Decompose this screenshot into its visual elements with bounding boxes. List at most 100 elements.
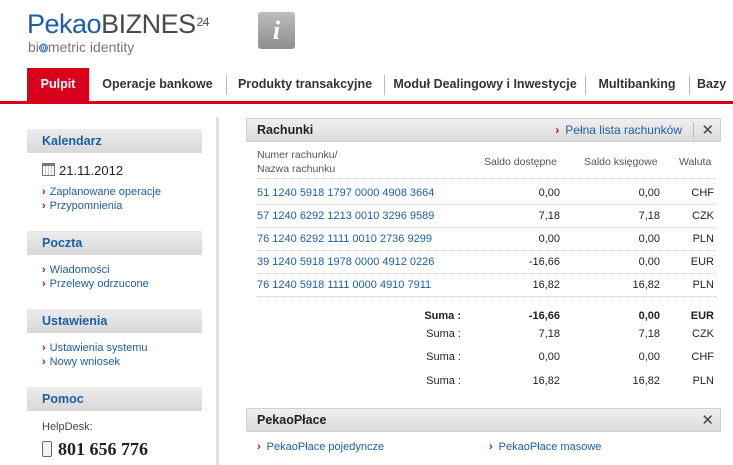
table-header-divider: [257, 178, 716, 179]
column-header-available[interactable]: Saldo dostępne: [484, 155, 557, 169]
accounts-panel-header: Rachunki › Pełna lista rachunków ✕: [246, 118, 721, 142]
sum-label: Suma :: [426, 351, 461, 363]
sum-row: Suma : 7,18 7,18 CZK: [257, 325, 716, 347]
sidebar-divider: [216, 117, 219, 465]
book-balance: 16,82: [632, 279, 660, 291]
currency: CHF: [691, 187, 714, 199]
phone-icon: [42, 441, 52, 457]
helpdesk-phone: 801 656 776: [42, 439, 148, 460]
arrow-right-icon: ›: [257, 441, 261, 453]
sum-book: 0,00: [638, 310, 660, 322]
brand-logo[interactable]: PekaoBIZNES24 bi metric identity: [27, 10, 209, 55]
settings-section-title[interactable]: Ustawienia: [27, 309, 202, 333]
brand-tagline: bi metric identity: [28, 39, 135, 55]
available-balance: 0,00: [538, 187, 560, 199]
nav-separator: [384, 75, 385, 95]
tab-operacje-bankowe[interactable]: Operacje bankowe: [94, 68, 221, 101]
sum-available: 0,00: [538, 351, 560, 363]
close-icon[interactable]: ✕: [701, 119, 714, 141]
sum-currency: CZK: [692, 328, 714, 340]
column-header-book[interactable]: Saldo księgowe: [584, 155, 658, 169]
column-header-currency[interactable]: Waluta: [679, 155, 711, 169]
arrow-right-icon: ›: [555, 123, 560, 137]
calendar-date: 21.11.2012: [42, 163, 123, 178]
sum-label: Suma :: [426, 328, 461, 340]
info-icon: i: [272, 16, 281, 45]
mail-section-title[interactable]: Poczta: [27, 231, 202, 255]
nav-separator: [689, 75, 690, 95]
table-row: 57 1240 6292 1213 0010 3296 9589 7,18 7,…: [257, 205, 716, 228]
sum-book: 7,18: [638, 328, 660, 340]
account-number-link[interactable]: 76 1240 6292 1111 0010 2736 9299: [257, 228, 432, 250]
main-nav: Pulpit Operacje bankowe Produkty transak…: [0, 68, 733, 104]
link-nowy-wniosek[interactable]: › Nowy wniosek: [42, 356, 120, 368]
sum-available: 7,18: [538, 328, 560, 340]
sum-available: 16,82: [532, 375, 560, 387]
book-balance: 7,18: [638, 210, 660, 222]
table-row: 76 1240 5918 1111 0000 4910 7911 16,82 1…: [257, 274, 716, 297]
calendar-section-title[interactable]: Kalendarz: [27, 129, 202, 153]
payroll-panel-header: PekaoPłace ✕: [246, 408, 721, 432]
link-zaplanowane-operacje[interactable]: › Zaplanowane operacje: [42, 186, 161, 198]
arrow-right-icon: ›: [42, 264, 46, 276]
account-number-link[interactable]: 76 1240 5918 1111 0000 4910 7911: [257, 274, 431, 296]
account-number-link[interactable]: 57 1240 6292 1213 0010 3296 9589: [257, 205, 434, 227]
account-number-link[interactable]: 39 1240 5918 1978 0000 4912 0226: [257, 251, 434, 273]
available-balance: 16,82: [532, 279, 560, 291]
full-account-list-link[interactable]: › Pełna lista rachunków: [555, 119, 682, 141]
brand-name: PekaoBIZNES24: [27, 9, 209, 39]
book-balance: 0,00: [638, 187, 660, 199]
book-balance: 0,00: [638, 256, 660, 268]
nav-separator: [226, 75, 227, 95]
sum-label: Suma :: [424, 310, 461, 322]
available-balance: -16,66: [528, 256, 560, 268]
tab-bazy[interactable]: Bazy: [697, 68, 733, 101]
arrow-right-icon: ›: [42, 356, 46, 368]
fingerprint-icon: [38, 43, 48, 53]
arrow-right-icon: ›: [42, 200, 46, 212]
sum-book: 16,82: [632, 375, 660, 387]
sum-available: -16,66: [528, 310, 560, 322]
arrow-right-icon: ›: [42, 278, 46, 290]
sum-currency: PLN: [692, 375, 714, 387]
available-balance: 0,00: [538, 233, 560, 245]
info-button[interactable]: i: [258, 12, 295, 49]
table-row: 51 1240 5918 1797 0000 4908 3664 0,00 0,…: [257, 182, 716, 205]
help-section-title[interactable]: Pomoc: [27, 387, 202, 411]
link-pekaoplace-pojedyncze[interactable]: › PekaoPłace pojedyncze: [257, 441, 384, 453]
nav-separator: [585, 75, 586, 95]
tab-multibanking[interactable]: Multibanking: [592, 68, 682, 101]
link-pekaoplace-masowe[interactable]: › PekaoPłace masowe: [489, 441, 601, 453]
sum-book: 0,00: [638, 351, 660, 363]
sum-currency: CHF: [691, 351, 714, 363]
arrow-right-icon: ›: [42, 342, 46, 354]
accounts-panel-title: Rachunki: [257, 123, 314, 137]
currency: PLN: [692, 233, 714, 245]
header-separator: [693, 122, 694, 138]
tab-pulpit[interactable]: Pulpit: [27, 68, 89, 101]
arrow-right-icon: ›: [42, 186, 46, 198]
currency: PLN: [692, 279, 714, 291]
table-row: 76 1240 6292 1111 0010 2736 9299 0,00 0,…: [257, 228, 716, 251]
close-icon[interactable]: ✕: [701, 409, 714, 431]
link-ustawienia-systemu[interactable]: › Ustawienia systemu: [42, 342, 148, 354]
tab-produkty-transakcyjne[interactable]: Produkty transakcyjne: [231, 68, 379, 101]
available-balance: 7,18: [538, 210, 560, 222]
link-wiadomosci[interactable]: › Wiadomości: [42, 264, 110, 276]
helpdesk-label: HelpDesk:: [42, 421, 93, 433]
tab-modul-dealingowy[interactable]: Moduł Dealingowy i Inwestycje: [390, 68, 580, 101]
book-balance: 0,00: [638, 233, 660, 245]
calendar-icon: [42, 163, 55, 176]
column-header-account[interactable]: Numer rachunku/ Nazwa rachunku: [257, 148, 338, 176]
header: PekaoBIZNES24 bi metric identity i: [0, 0, 733, 68]
sum-label: Suma :: [426, 375, 461, 387]
currency: CZK: [692, 210, 714, 222]
payroll-panel-title: PekaoPłace: [257, 413, 327, 427]
link-przypomnienia[interactable]: › Przypomnienia: [42, 200, 122, 212]
table-row: 39 1240 5918 1978 0000 4912 0226 -16,66 …: [257, 251, 716, 274]
sum-row: Suma : 0,00 0,00 CHF: [257, 348, 716, 370]
sum-currency: EUR: [690, 310, 714, 322]
currency: EUR: [690, 256, 714, 268]
account-number-link[interactable]: 51 1240 5918 1797 0000 4908 3664: [257, 182, 434, 204]
link-przelewy-odrzucone[interactable]: › Przelewy odrzucone: [42, 278, 149, 290]
